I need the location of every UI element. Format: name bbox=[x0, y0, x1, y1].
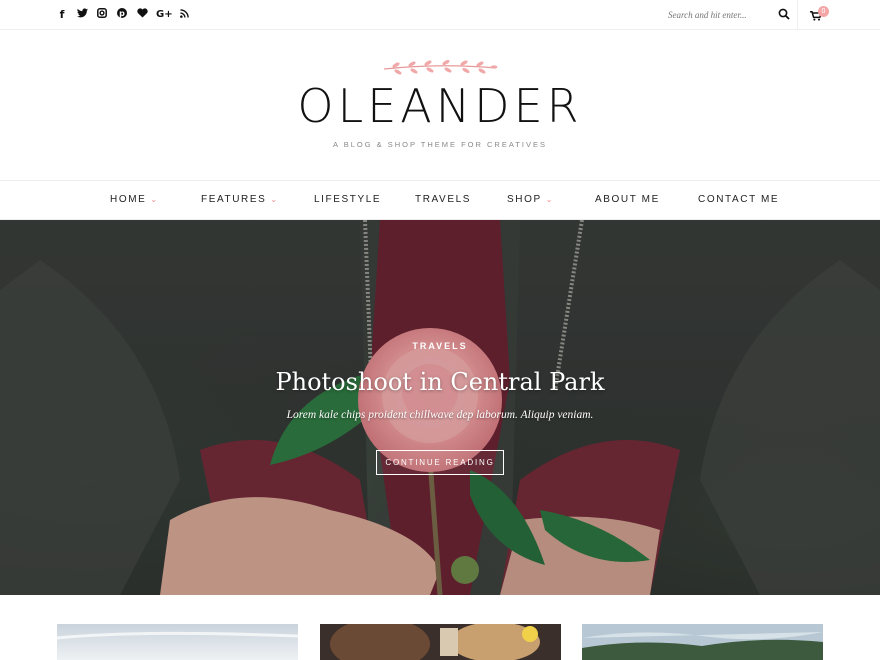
nav-item-shop[interactable]: SHOP ⌄ bbox=[507, 194, 554, 205]
nav-item-travels[interactable]: TRAVELS bbox=[415, 194, 471, 205]
nav-label: SHOP bbox=[507, 194, 542, 205]
post-excerpt: Lorem kale chips proident chillwave dep … bbox=[286, 409, 594, 421]
nav-label: CONTACT ME bbox=[698, 194, 780, 205]
nav-item-features[interactable]: FEATURES ⌄ bbox=[201, 194, 279, 205]
cart-count-badge: 0 bbox=[818, 6, 829, 17]
pinterest-icon[interactable]: p bbox=[116, 8, 128, 22]
nav-label: TRAVELS bbox=[415, 194, 472, 205]
twitter-icon[interactable] bbox=[76, 8, 88, 22]
nav-item-lifestyle[interactable]: LIFESTYLE bbox=[314, 194, 381, 205]
leaf-branch-icon bbox=[383, 59, 498, 75]
post-category[interactable]: TRAVELS bbox=[0, 341, 880, 351]
nav-label: HOME bbox=[110, 194, 147, 205]
site-logo[interactable]: OLEANDER bbox=[0, 79, 880, 133]
nav-item-home[interactable]: HOME ⌄ bbox=[110, 194, 159, 205]
search-input[interactable] bbox=[668, 8, 772, 22]
search-box bbox=[662, 0, 798, 30]
search-icon[interactable] bbox=[778, 8, 790, 20]
post-thumbnail[interactable] bbox=[320, 624, 561, 660]
chevron-down-icon: ⌄ bbox=[150, 195, 159, 204]
nav-item-about-me[interactable]: ABOUT ME bbox=[595, 194, 660, 205]
nav-label: ABOUT ME bbox=[595, 194, 660, 205]
rss-icon[interactable] bbox=[178, 8, 190, 22]
svg-text:p: p bbox=[119, 9, 125, 18]
post-title[interactable]: Photoshoot in Central Park bbox=[0, 368, 880, 396]
chevron-down-icon: ⌄ bbox=[270, 195, 279, 204]
nav-label: FEATURES bbox=[201, 194, 267, 205]
post-thumbnail[interactable] bbox=[582, 624, 823, 660]
continue-reading-button[interactable]: CONTINUE READING bbox=[376, 450, 504, 475]
facebook-icon[interactable]: f bbox=[56, 8, 68, 22]
cart-button[interactable]: 0 bbox=[806, 6, 832, 24]
post-thumbnail[interactable] bbox=[57, 624, 298, 660]
site-tagline: A BLOG & SHOP THEME FOR CREATIVES bbox=[333, 140, 547, 149]
chevron-down-icon: ⌄ bbox=[545, 195, 555, 204]
social-links: f p G+ bbox=[56, 8, 190, 22]
instagram-icon[interactable] bbox=[96, 8, 108, 22]
nav-item-contact-me[interactable]: CONTACT ME bbox=[698, 194, 779, 205]
google-plus-icon[interactable]: G+ bbox=[156, 8, 173, 22]
hero-caption: TRAVELS Photoshoot in Central Park Lorem… bbox=[0, 220, 880, 595]
top-bar: f p G+ 0 bbox=[0, 0, 880, 30]
heart-icon[interactable] bbox=[136, 8, 148, 22]
nav-label: LIFESTYLE bbox=[314, 194, 382, 205]
hero-slider[interactable]: TRAVELS Photoshoot in Central Park Lorem… bbox=[0, 220, 880, 595]
site-header: OLEANDER A BLOG & SHOP THEME FOR CREATIV… bbox=[0, 31, 880, 180]
main-navigation: HOME ⌄ FEATURES ⌄ LIFESTYLE TRAVELS SHOP ⌄ … bbox=[0, 180, 880, 220]
